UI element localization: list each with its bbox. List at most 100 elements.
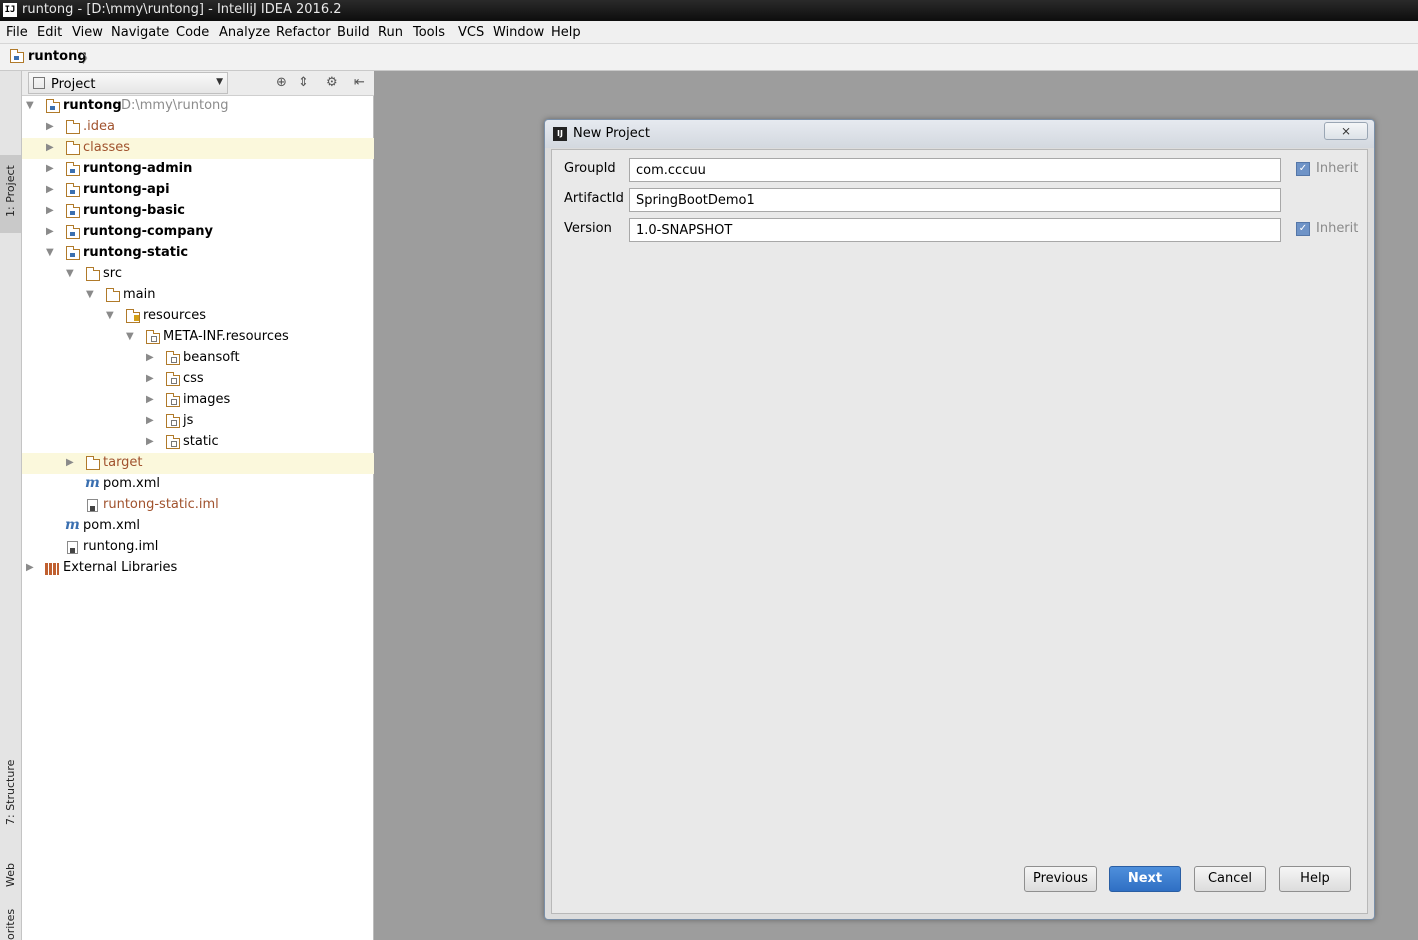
expand-toggle-icon[interactable]: ▶ <box>46 184 54 195</box>
window-title: runtong - [D:\mmy\runtong] - IntelliJ ID… <box>22 2 342 17</box>
tree-row-runtong-company[interactable]: ▶ runtong-company <box>22 222 374 243</box>
expand-toggle-icon[interactable]: ▼ <box>106 310 114 321</box>
tree-row-src[interactable]: ▼ src <box>22 264 374 285</box>
menu-vcs[interactable]: VCS <box>458 25 484 40</box>
tool-tab-favorites[interactable]: orites <box>0 908 21 940</box>
expand-toggle-icon[interactable]: ▶ <box>146 394 154 405</box>
menu-navigate[interactable]: Navigate <box>111 25 169 40</box>
next-button[interactable]: Next <box>1109 866 1181 892</box>
menu-analyze[interactable]: Analyze <box>219 25 270 40</box>
package-folder-icon <box>166 414 180 428</box>
group-id-input[interactable] <box>629 158 1281 182</box>
expand-toggle-icon[interactable]: ▶ <box>46 142 54 153</box>
package-folder-icon <box>166 351 180 365</box>
menu-edit[interactable]: Edit <box>37 25 62 40</box>
package-folder-icon <box>166 372 180 386</box>
expand-toggle-icon[interactable]: ▼ <box>26 100 34 111</box>
project-tool-window: Project ▼ ⊕ ⇕ ⚙ ⇤ ▼ runtong D:\mmy\runto… <box>22 71 374 940</box>
tree-row-runtong-admin[interactable]: ▶ runtong-admin <box>22 159 374 180</box>
expand-toggle-icon[interactable]: ▼ <box>66 268 74 279</box>
tool-tab-favorites-label: orites <box>4 908 17 940</box>
expand-toggle-icon[interactable]: ▶ <box>146 352 154 363</box>
tree-row-beansoft[interactable]: ▶ beansoft <box>22 348 374 369</box>
tree-label: External Libraries <box>63 560 178 575</box>
expand-toggle-icon[interactable]: ▶ <box>66 457 74 468</box>
menu-run[interactable]: Run <box>378 25 403 40</box>
new-project-dialog: IJ New Project ⨯ GroupId ✓ Inherit Artif… <box>544 119 1375 920</box>
tree-label: runtong.iml <box>83 539 159 554</box>
collapse-all-icon[interactable]: ⇕ <box>298 75 309 90</box>
tree-row-js[interactable]: ▶ js <box>22 411 374 432</box>
expand-toggle-icon[interactable]: ▼ <box>126 331 134 342</box>
tree-row-main[interactable]: ▼ main <box>22 285 374 306</box>
tree-row-external-libraries[interactable]: ▶ External Libraries <box>22 558 374 579</box>
expand-toggle-icon[interactable]: ▼ <box>46 247 54 258</box>
tree-row-runtong-basic[interactable]: ▶ runtong-basic <box>22 201 374 222</box>
tree-row-images[interactable]: ▶ images <box>22 390 374 411</box>
intellij-logo-icon: IJ <box>3 3 17 17</box>
tree-row-runtong-api[interactable]: ▶ runtong-api <box>22 180 374 201</box>
menu-window[interactable]: Window <box>493 25 544 40</box>
cancel-button[interactable]: Cancel <box>1194 866 1266 892</box>
artifact-id-input[interactable] <box>629 188 1281 212</box>
help-button[interactable]: Help <box>1279 866 1351 892</box>
tree-row-classes[interactable]: ▶ classes <box>22 138 374 159</box>
settings-gear-icon[interactable]: ⚙ <box>326 75 338 90</box>
tree-label: pom.xml <box>83 518 140 533</box>
menu-file[interactable]: File <box>6 25 28 40</box>
tree-row-runtong-iml[interactable]: runtong.iml <box>22 537 374 558</box>
tool-tab-structure[interactable]: 7: Structure <box>0 755 21 835</box>
menu-build[interactable]: Build <box>337 25 370 40</box>
tree-row-runtong-static[interactable]: ▼ runtong-static <box>22 243 374 264</box>
tree-label: runtong-company <box>83 224 214 239</box>
menu-tools[interactable]: Tools <box>413 25 445 40</box>
dialog-body: GroupId ✓ Inherit ArtifactId Version ✓ I… <box>551 149 1368 914</box>
expand-toggle-icon[interactable]: ▼ <box>86 289 94 300</box>
scroll-from-source-icon[interactable]: ⊕ <box>276 75 287 90</box>
folder-icon <box>66 141 80 155</box>
package-folder-icon <box>146 330 160 344</box>
tree-label: pom.xml <box>103 476 160 491</box>
tree-row-idea[interactable]: ▶ .idea <box>22 117 374 138</box>
expand-toggle-icon[interactable]: ▶ <box>46 205 54 216</box>
tree-row-runtong[interactable]: ▼ runtong D:\mmy\runtong <box>22 96 374 117</box>
tree-row-pom-xml[interactable]: m pom.xml <box>22 516 374 537</box>
version-input[interactable] <box>629 218 1281 242</box>
menu-view[interactable]: View <box>72 25 103 40</box>
menu-code[interactable]: Code <box>176 25 209 40</box>
hide-panel-icon[interactable]: ⇤ <box>354 75 365 90</box>
resources-folder-icon <box>126 309 140 323</box>
folder-icon <box>86 456 100 470</box>
expand-toggle-icon[interactable]: ▶ <box>146 415 154 426</box>
expand-toggle-icon[interactable]: ▶ <box>26 562 34 573</box>
checkbox-checked-icon: ✓ <box>1296 162 1310 176</box>
tree-row-runtong-static-iml[interactable]: runtong-static.iml <box>22 495 374 516</box>
version-inherit-label: Inherit <box>1316 221 1359 236</box>
previous-button[interactable]: Previous <box>1024 866 1097 892</box>
tree-label: runtong-basic <box>83 203 186 218</box>
tool-tab-project[interactable]: 1: Project <box>0 155 21 233</box>
expand-toggle-icon[interactable]: ▶ <box>46 121 54 132</box>
tree-label: images <box>183 392 231 407</box>
breadcrumb-project[interactable]: runtong <box>28 49 87 64</box>
dialog-close-button[interactable]: ⨯ <box>1324 122 1368 140</box>
tree-row-css[interactable]: ▶ css <box>22 369 374 390</box>
tool-tab-web[interactable]: Web <box>0 847 21 889</box>
tree-row-meta-inf-resources[interactable]: ▼ META-INF.resources <box>22 327 374 348</box>
project-view-selector[interactable]: Project ▼ <box>28 72 228 94</box>
project-panel-header: Project ▼ ⊕ ⇕ ⚙ ⇤ <box>22 71 374 96</box>
tree-row-static[interactable]: ▶ static <box>22 432 374 453</box>
menu-help[interactable]: Help <box>551 25 581 40</box>
folder-icon <box>106 288 120 302</box>
tree-row-resources[interactable]: ▼ resources <box>22 306 374 327</box>
tree-row-target[interactable]: ▶ target <box>22 453 374 474</box>
expand-toggle-icon[interactable]: ▶ <box>146 436 154 447</box>
window-title-bar: IJ runtong - [D:\mmy\runtong] - IntelliJ… <box>0 0 1418 21</box>
maven-icon: m <box>85 475 100 491</box>
expand-toggle-icon[interactable]: ▶ <box>46 163 54 174</box>
expand-toggle-icon[interactable]: ▶ <box>146 373 154 384</box>
tree-row-pom-xml-static[interactable]: m pom.xml <box>22 474 374 495</box>
expand-toggle-icon[interactable]: ▶ <box>46 226 54 237</box>
menu-refactor[interactable]: Refactor <box>276 25 331 40</box>
tree-label: classes <box>83 140 131 155</box>
